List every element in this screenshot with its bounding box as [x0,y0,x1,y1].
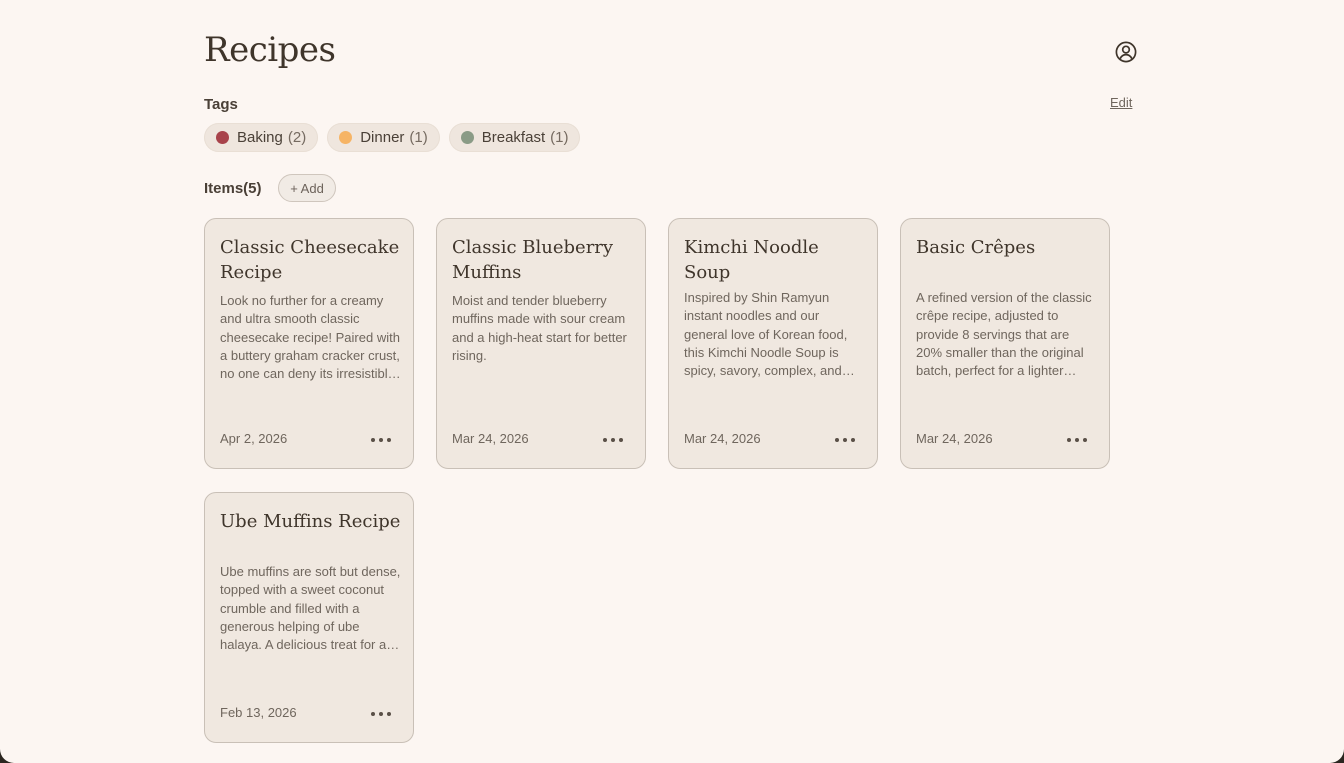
tag-label: Baking [237,129,283,146]
more-options-icon[interactable] [371,436,391,444]
account-button[interactable] [1115,41,1137,63]
items-heading: Items(5) [204,180,262,197]
recipe-title: Classic Cheesecake Recipe [220,237,400,283]
recipe-description: Ube muffins are soft but dense, topped w… [220,564,401,653]
more-options-icon[interactable] [1067,436,1087,444]
tag-list: Baking (2) Dinner (1) Breakfast (1) [204,123,581,152]
recipe-title: Basic Crêpes [916,237,1036,258]
tags-heading: Tags [204,96,238,113]
tag-label: Breakfast [481,129,546,146]
tag-baking[interactable]: Baking (2) [204,123,319,152]
tag-color-dot [339,131,353,144]
tag-count: (2) [287,129,307,146]
edit-tags-link[interactable]: Edit [1110,95,1132,110]
recipe-date: Mar 24, 2026 [916,431,993,446]
recipe-date: Apr 2, 2026 [220,431,288,446]
tag-breakfast[interactable]: Breakfast (1) [448,123,581,152]
tag-count: (1) [409,129,428,146]
recipe-card[interactable]: Classic Blueberry Muffins Moist and tend… [436,218,646,469]
recipe-card[interactable]: Ube Muffins Recipe Ube muffins are soft … [204,492,414,743]
more-options-icon[interactable] [835,436,855,444]
recipe-description: Moist and tender blueberry muffins made … [452,293,627,363]
recipe-description: A refined version of the classic crêpe r… [916,290,1092,379]
page-title: Recipes [204,30,336,70]
tag-dinner[interactable]: Dinner (1) [327,123,440,152]
recipe-date: Mar 24, 2026 [452,431,529,446]
recipe-title: Classic Blueberry Muffins [452,237,614,283]
more-options-icon[interactable] [603,436,623,444]
tag-color-dot [460,131,474,144]
recipe-card[interactable]: Kimchi Noodle Soup Inspired by Shin Ramy… [668,218,878,469]
recipe-description: Look no further for a creamy and ultra s… [220,293,400,382]
tag-label: Dinner [360,129,405,146]
more-options-icon[interactable] [371,710,391,718]
recipe-card[interactable]: Basic Crêpes A refined version of the cl… [900,218,1110,469]
recipe-title: Ube Muffins Recipe [220,511,401,532]
recipe-date: Feb 13, 2026 [220,705,297,720]
app-window: Recipes Tags Edit Baking (2) Dinner (1) … [0,0,1344,763]
tag-color-dot [216,131,229,144]
tag-count: (1) [550,129,569,146]
recipe-description: Inspired by Shin Ramyun instant noodles … [684,290,848,379]
recipe-date: Mar 24, 2026 [684,431,761,446]
add-item-button[interactable]: + Add [278,174,336,202]
user-circle-icon [1115,41,1137,63]
recipe-card[interactable]: Classic Cheesecake Recipe Look no furthe… [204,218,414,469]
recipe-title: Kimchi Noodle Soup [684,237,819,283]
